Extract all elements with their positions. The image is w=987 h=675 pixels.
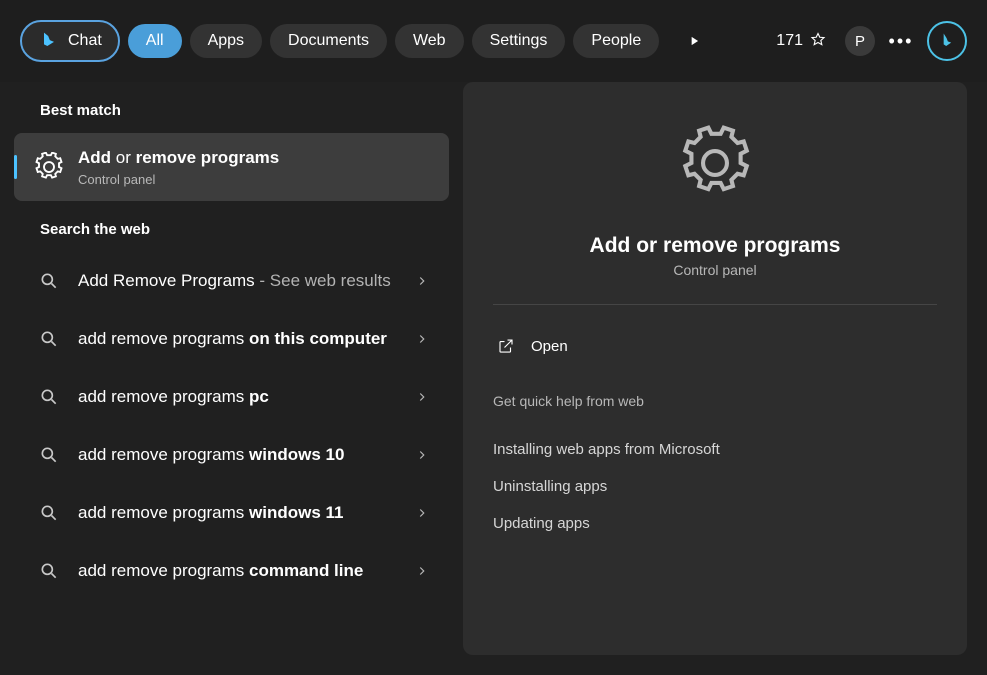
results-panel: Best match Add or remove programs Contro… (0, 82, 463, 675)
tab-apps[interactable]: Apps (190, 24, 262, 58)
web-result-3[interactable]: add remove programs windows 10 (14, 426, 449, 484)
preview-subtitle: Control panel (673, 262, 756, 278)
points-value: 171 (776, 32, 803, 50)
open-icon (497, 337, 515, 355)
chevron-right-icon (415, 332, 429, 346)
title-part-1: Add (78, 148, 111, 167)
bing-icon (38, 30, 60, 52)
search-icon (34, 266, 64, 296)
help-header: Get quick help from web (493, 393, 937, 409)
overflow-play-button[interactable] (675, 26, 713, 56)
result-strong: on this computer (249, 329, 387, 348)
web-result-5[interactable]: add remove programs command line (14, 542, 449, 600)
title-part-3: remove programs (136, 148, 280, 167)
gear-icon (34, 152, 64, 182)
tab-people[interactable]: People (573, 24, 659, 58)
tab-web[interactable]: Web (395, 24, 464, 58)
help-link-2[interactable]: Updating apps (493, 505, 937, 542)
result-pre: add remove programs (78, 329, 249, 348)
search-icon (34, 556, 64, 586)
result-pre: add remove programs (78, 503, 249, 522)
chevron-right-icon (415, 564, 429, 578)
search-icon (34, 498, 64, 528)
ellipsis-icon: ••• (889, 31, 914, 52)
more-button[interactable]: ••• (883, 23, 919, 59)
chat-label: Chat (68, 32, 102, 50)
web-result-4[interactable]: add remove programs windows 11 (14, 484, 449, 542)
result-strong: windows 11 (249, 503, 343, 522)
web-result-1[interactable]: add remove programs on this computer (14, 310, 449, 368)
result-pre: Add Remove Programs (78, 271, 255, 290)
bing-sidebar-button[interactable] (927, 21, 967, 61)
result-pre: add remove programs (78, 561, 249, 580)
web-result-2[interactable]: add remove programs pc (14, 368, 449, 426)
preview-title: Add or remove programs (590, 234, 841, 258)
gear-icon-large (674, 122, 756, 204)
open-action[interactable]: Open (493, 329, 937, 363)
content-area: Best match Add or remove programs Contro… (0, 82, 987, 675)
chevron-right-icon (415, 506, 429, 520)
web-result-0[interactable]: Add Remove Programs - See web results (14, 252, 449, 310)
preview-panel: Add or remove programs Control panel Ope… (463, 82, 967, 655)
chevron-right-icon (415, 274, 429, 288)
search-web-header: Search the web (14, 221, 449, 252)
help-link-1[interactable]: Uninstalling apps (493, 468, 937, 505)
chevron-right-icon (415, 448, 429, 462)
best-match-text: Add or remove programs Control panel (78, 147, 279, 187)
result-strong: pc (249, 387, 269, 406)
result-strong: command line (249, 561, 363, 580)
rewards-icon (809, 32, 827, 50)
bing-b-icon (937, 31, 957, 51)
result-pre: add remove programs (78, 387, 249, 406)
chat-button[interactable]: Chat (20, 20, 120, 62)
filter-tabs: All Apps Documents Web Settings People (128, 24, 659, 58)
result-pre: add remove programs (78, 445, 249, 464)
open-label: Open (531, 338, 568, 355)
best-match-subtitle: Control panel (78, 172, 279, 187)
search-icon (34, 324, 64, 354)
result-strong: windows 10 (249, 445, 344, 464)
help-section: Get quick help from web Installing web a… (493, 393, 937, 542)
best-match-header: Best match (14, 102, 449, 133)
divider (493, 304, 937, 305)
user-avatar[interactable]: P (845, 26, 875, 56)
rewards-points[interactable]: 171 (766, 24, 837, 58)
tab-all[interactable]: All (128, 24, 182, 58)
result-dim: - See web results (255, 271, 391, 290)
search-icon (34, 382, 64, 412)
search-icon (34, 440, 64, 470)
help-link-0[interactable]: Installing web apps from Microsoft (493, 431, 937, 468)
chevron-right-icon (415, 390, 429, 404)
tab-settings[interactable]: Settings (472, 24, 566, 58)
title-part-2: or (111, 148, 136, 167)
best-match-result[interactable]: Add or remove programs Control panel (14, 133, 449, 201)
top-bar: Chat All Apps Documents Web Settings Peo… (0, 0, 987, 82)
tab-documents[interactable]: Documents (270, 24, 387, 58)
user-initial: P (855, 33, 865, 50)
